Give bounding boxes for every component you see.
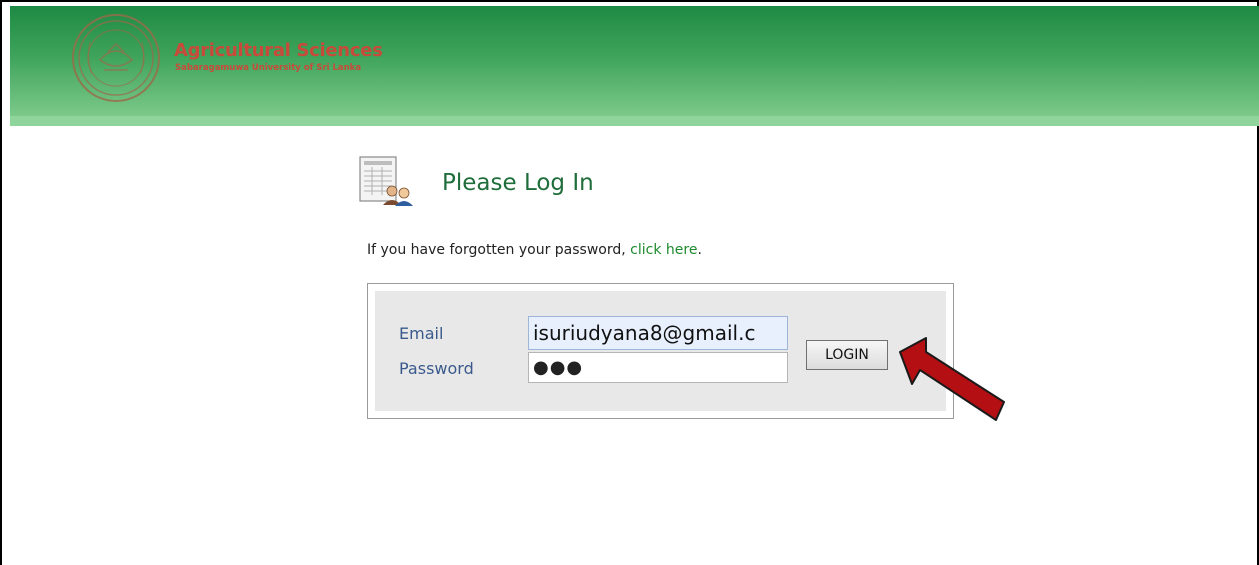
page-title: Please Log In [442, 170, 594, 196]
university-seal-icon[interactable] [70, 12, 162, 104]
forgot-password-link[interactable]: click here [630, 242, 697, 258]
password-label: Password [399, 359, 474, 378]
login-button[interactable]: LOGIN [806, 340, 888, 370]
forgot-password-text: If you have forgotten your password, cli… [367, 242, 702, 258]
email-label: Email [399, 324, 444, 343]
forgot-password-prefix: If you have forgotten your password, [367, 242, 631, 258]
header-banner [10, 6, 1259, 116]
user-document-icon [359, 156, 413, 206]
logo-title[interactable]: Agricultural Sciences [174, 40, 383, 61]
header-strip [10, 116, 1259, 126]
forgot-password-suffix: . [697, 242, 702, 258]
logo-subtitle: Sabaragamuwa University of Sri Lanka [175, 63, 362, 73]
red-arrow-icon [899, 337, 1005, 421]
password-input[interactable]: ●●● [528, 352, 788, 383]
email-input[interactable]: isuriudyana8@gmail.c [528, 316, 788, 350]
site-header: Agricultural Sciences Sabaragamuwa Unive… [10, 6, 1259, 126]
